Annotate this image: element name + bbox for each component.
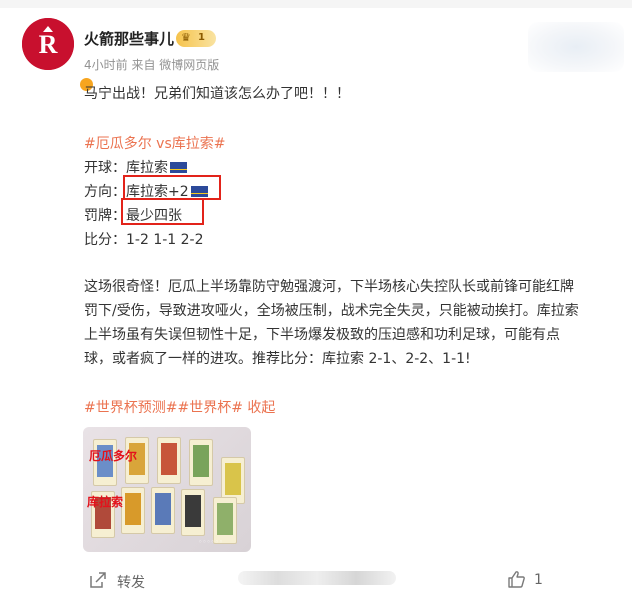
blurred-follow-area (528, 22, 624, 72)
repost-icon[interactable] (89, 571, 107, 589)
image-watermark: ◦◦◦◦◦◦ (198, 538, 223, 546)
top-divider (0, 0, 632, 8)
image-overlay-bottom: 库拉索 (87, 495, 124, 509)
kickoff-line: 开球：库拉索 (84, 157, 187, 177)
tarot-photo[interactable]: 厄瓜多尔 库拉索 ◦◦◦◦◦◦ (83, 427, 251, 552)
tarot-card (121, 487, 145, 534)
hashtag-line: #世界杯预测##世界杯# 收起 (84, 397, 275, 417)
curacao-flag-icon (170, 162, 187, 173)
post-source: 来自 微博网页版 (131, 58, 220, 72)
kickoff-label: 开球： (84, 160, 126, 176)
tarot-card (151, 487, 175, 534)
repost-button[interactable]: 转发 (117, 572, 145, 592)
like-thumb-icon[interactable] (507, 570, 526, 589)
worldcup-hashtags[interactable]: #世界杯预测##世界杯# (84, 400, 243, 416)
post-time[interactable]: 4小时前 (84, 58, 128, 72)
match-hashtag[interactable]: #厄瓜多尔 vs库拉索# (84, 133, 226, 153)
image-overlay-top: 厄瓜多尔 (89, 449, 138, 463)
analysis-line-2: 罚下/受伤，导致进攻哑火，全场被压制，战术完全失灵，只能被动挨打。库拉索 (84, 303, 579, 319)
author-name[interactable]: 火箭那些事儿 (84, 28, 174, 49)
vip-level-badge[interactable]: ♛ 1 (176, 30, 216, 47)
post-meta: 4小时前 来自 微博网页版 (84, 56, 219, 73)
svg-text:R: R (39, 30, 58, 59)
highlight-box-direction (123, 175, 221, 200)
avatar[interactable]: R (22, 18, 95, 93)
rockets-logo-icon: R (22, 18, 74, 70)
weibo-post-card: R 火箭那些事儿 ♛ 1 4小时前 来自 微博网页版 马宁出战！兄弟们知道该怎么… (0, 0, 632, 596)
tarot-card (189, 439, 213, 486)
crown-icon: ♛ (181, 31, 191, 44)
tarot-card (157, 437, 181, 484)
analysis-line-3: 上半场虽有失误但韧性十足，下半场爆发极致的压迫感和功利足球，可能有点 (84, 327, 560, 343)
direction-label: 方向： (84, 184, 126, 200)
cards-label: 罚牌： (84, 208, 126, 224)
blurred-comment-area (238, 571, 396, 585)
post-line: 马宁出战！兄弟们知道该怎么办了吧！！！ (84, 86, 350, 102)
collapse-link[interactable]: 收起 (247, 400, 275, 416)
analysis-line-1: 这场很奇怪！厄瓜上半场靠防守勉强渡河，下半场核心失控队长或前锋可能红牌 (84, 279, 574, 295)
score-label: 比分： (84, 232, 126, 248)
like-count[interactable]: 1 (534, 572, 543, 588)
highlight-box-cards (121, 198, 204, 225)
kickoff-value: 库拉索 (126, 160, 168, 176)
tarot-card (213, 497, 237, 544)
score-value: 1-2 1-1 2-2 (126, 232, 204, 248)
tarot-card (181, 489, 205, 536)
analysis-line-4: 球，或者疯了一样的进攻。推荐比分：库拉索 2-1、2-2、1-1! (84, 351, 471, 367)
level-number: 1 (198, 32, 205, 43)
score-line: 比分：1-2 1-1 2-2 (84, 229, 204, 249)
